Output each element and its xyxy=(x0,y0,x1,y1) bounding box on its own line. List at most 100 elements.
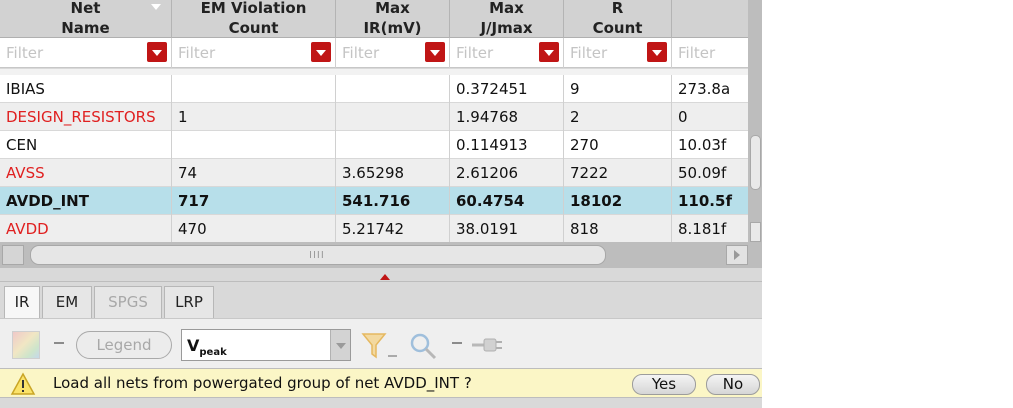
table-cell: 38.0191 xyxy=(450,215,564,243)
collapse-arrow-icon[interactable] xyxy=(380,274,390,280)
table-cell: 717 xyxy=(172,187,336,215)
net-name-cell: CEN xyxy=(0,131,172,159)
table-cell: 110.5f xyxy=(678,192,732,210)
column-header-max-j-jmax[interactable]: Max J/Jmax xyxy=(450,0,564,38)
table-cell: 2.61206 xyxy=(450,159,564,187)
measure-sub: peak xyxy=(199,347,227,359)
column-header-line1: EM Violation xyxy=(200,0,307,17)
column-header-line1: Net xyxy=(70,0,101,17)
table-cell: 0.114913 xyxy=(450,131,564,159)
table-cell: 0.372451 xyxy=(450,75,564,103)
filter-placeholder: Filter xyxy=(678,44,716,62)
filter-dropdown-icon[interactable] xyxy=(539,42,559,62)
filter-max-ir[interactable]: Filter xyxy=(336,38,450,68)
filter-total-c[interactable]: Filter xyxy=(672,38,748,68)
filter-dropdown-icon[interactable] xyxy=(147,42,167,62)
color-map-icon[interactable] xyxy=(12,331,40,359)
confirmation-bar: Load all nets from powergated group of n… xyxy=(0,368,762,398)
table-cell xyxy=(336,103,450,131)
filter-dropdown-icon[interactable] xyxy=(647,42,667,62)
net-analysis-panel: Net Name EM Violation Count Max IR(mV) M… xyxy=(0,0,762,408)
filter-r-count[interactable]: Filter xyxy=(564,38,672,68)
plug-icon[interactable] xyxy=(470,333,506,357)
table-cell: 270 xyxy=(564,131,672,159)
net-name-cell: DESIGN_RESISTORS xyxy=(0,103,172,131)
scroll-right-button[interactable] xyxy=(726,245,748,265)
table-cell: 541.716 xyxy=(336,187,450,215)
filter-placeholder: Filter xyxy=(178,44,216,62)
tab-spgs: SPGS xyxy=(94,286,162,318)
scroll-left-button[interactable] xyxy=(2,245,24,265)
table-cell: 1.94768 xyxy=(450,103,564,131)
column-header-em-violation-count[interactable]: EM Violation Count xyxy=(172,0,336,38)
column-header-line2: Count xyxy=(592,19,643,37)
column-header-r-count[interactable]: R Count xyxy=(564,0,672,38)
filter-placeholder: Filter xyxy=(342,44,380,62)
table-cell: 9 xyxy=(564,75,672,103)
filter-dropdown-icon[interactable] xyxy=(425,42,445,62)
table-cell xyxy=(172,131,336,159)
column-header-line1: R xyxy=(611,0,624,17)
filter-max-j-jmax[interactable]: Filter xyxy=(450,38,564,68)
yes-button[interactable]: Yes xyxy=(632,374,696,395)
table-row[interactable]: AVDD 470 5.21742 38.0191 818 8.181f xyxy=(0,215,748,243)
table-cell: 10.03f xyxy=(678,136,727,154)
table-row[interactable]: AVSS 74 3.65298 2.61206 7222 50.09f xyxy=(0,159,748,187)
table-row[interactable]: DESIGN_RESISTORS 1 1.94768 2 0 xyxy=(0,103,748,131)
column-header-line1: Max xyxy=(489,0,524,17)
tab-bar: IR EM SPGS LRP xyxy=(0,284,762,318)
net-name-cell: AVDD_INT xyxy=(0,187,172,215)
horizontal-scroll-thumb[interactable]: IIII xyxy=(30,245,606,265)
measure-select[interactable]: Vpeak xyxy=(181,329,351,361)
sort-arrow-icon[interactable] xyxy=(151,4,161,10)
table-cell: 0 xyxy=(678,108,688,126)
measure-main: V xyxy=(187,336,200,355)
table-header: Net Name EM Violation Count Max IR(mV) M… xyxy=(0,0,762,38)
column-header-line1: Max xyxy=(375,0,410,17)
table-row[interactable]: CEN 0.114913 270 10.03f xyxy=(0,131,748,159)
separator-dash xyxy=(452,342,462,344)
search-icon[interactable] xyxy=(408,331,440,361)
tab-em[interactable]: EM xyxy=(42,286,92,318)
table-cell xyxy=(336,131,450,159)
filter-row: Filter Filter Filter Filter Filter Filte… xyxy=(0,38,748,68)
filter-placeholder: Filter xyxy=(570,44,608,62)
legend-button[interactable]: Legend xyxy=(76,331,172,359)
filter-net-name[interactable]: Filter xyxy=(0,38,172,68)
table-row[interactable]: IBIAS 0.372451 9 273.8a xyxy=(0,75,748,103)
horizontal-scrollbar[interactable]: IIII xyxy=(0,242,762,268)
toolbar: Legend Vpeak xyxy=(0,318,762,368)
column-header-line2: Count xyxy=(228,19,279,37)
scroll-grip: IIII xyxy=(309,250,325,261)
table-cell: 8.181f xyxy=(678,220,727,238)
prompt-message: Load all nets from powergated group of n… xyxy=(53,374,472,392)
filter-placeholder: Filter xyxy=(6,44,44,62)
funnel-icon[interactable] xyxy=(360,331,400,361)
vertical-scroll-thumb[interactable] xyxy=(750,135,761,190)
column-header-line2: J/Jmax xyxy=(480,19,533,37)
table-cell: 18102 xyxy=(564,187,672,215)
scroll-down-button[interactable] xyxy=(750,222,761,242)
table-cell: 50.09f xyxy=(678,164,727,182)
column-header-line2: Name xyxy=(61,19,110,37)
net-name-cell: AVDD xyxy=(0,215,172,243)
tab-lrp[interactable]: LRP xyxy=(164,286,214,318)
vertical-scrollbar[interactable] xyxy=(748,0,762,245)
table-cell: 3.65298 xyxy=(336,159,450,187)
table-cell: 273.8a xyxy=(678,80,731,98)
column-header-line2: IR(mV) xyxy=(363,19,422,37)
chevron-down-icon[interactable] xyxy=(330,330,350,360)
separator-dash xyxy=(54,342,64,344)
table-cell xyxy=(336,75,450,103)
net-name-cell: AVSS xyxy=(0,159,172,187)
panel-splitter[interactable] xyxy=(0,268,762,282)
no-button[interactable]: No xyxy=(706,374,760,395)
table-cell: 74 xyxy=(172,159,336,187)
tab-ir[interactable]: IR xyxy=(4,286,40,318)
filter-placeholder: Filter xyxy=(456,44,494,62)
filter-dropdown-icon[interactable] xyxy=(311,42,331,62)
table-row[interactable]: AVDD_INT 717 541.716 60.4754 18102 110.5f xyxy=(0,187,748,215)
column-header-net-name[interactable]: Net Name xyxy=(0,0,172,38)
filter-em-violation-count[interactable]: Filter xyxy=(172,38,336,68)
column-header-max-ir[interactable]: Max IR(mV) xyxy=(336,0,450,38)
